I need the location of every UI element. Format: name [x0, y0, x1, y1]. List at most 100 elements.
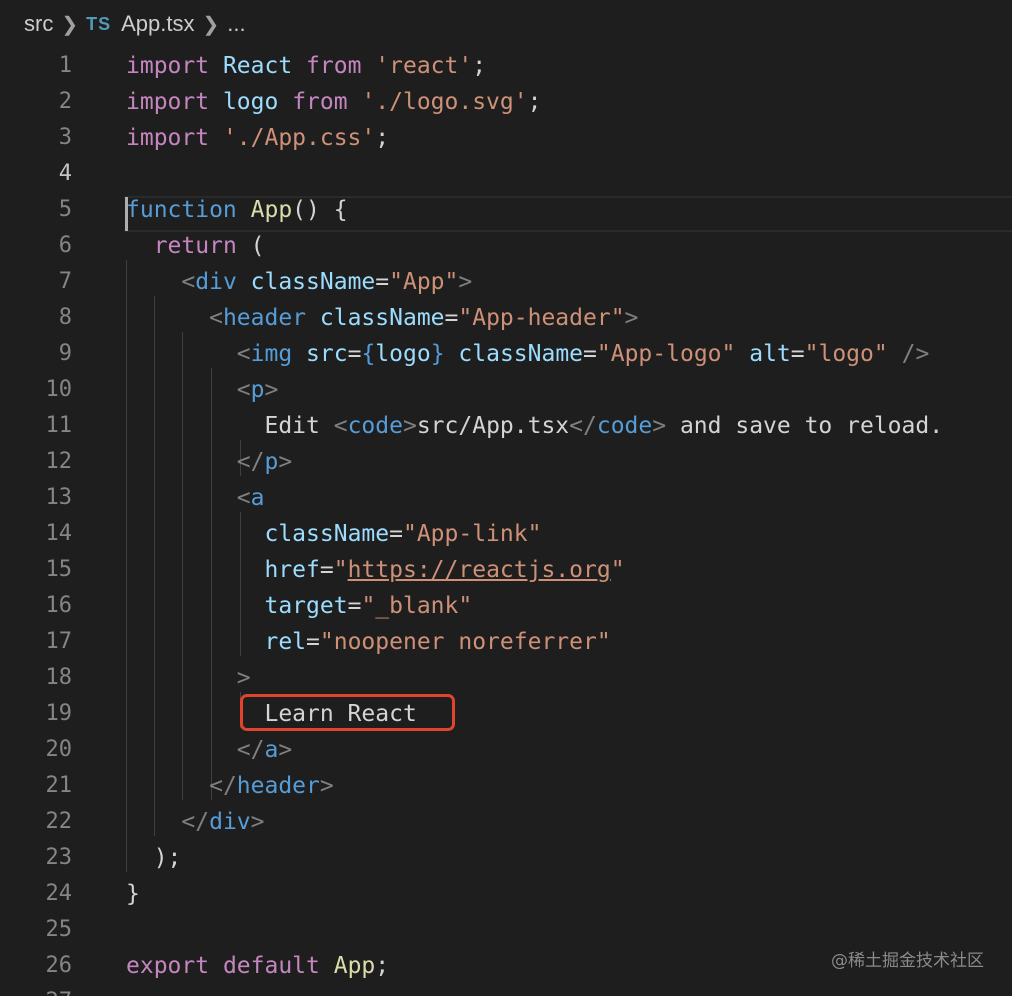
code-editor[interactable]: 1 import React from 'react'; 2 import logo …	[0, 44, 1012, 996]
code-token: >	[458, 269, 473, 295]
code-token: {	[361, 341, 376, 367]
code-line[interactable]: rel="noopener noreferrer"	[126, 624, 610, 660]
code-line[interactable]: </header>	[126, 768, 334, 804]
code-token: p	[264, 449, 279, 475]
code-token: =	[790, 341, 805, 367]
breadcrumb-folder[interactable]: src	[24, 11, 53, 37]
code-token: Edit	[126, 413, 334, 439]
code-token: className	[264, 521, 390, 547]
code-token: "App-link"	[402, 521, 542, 547]
code-token: App	[333, 953, 376, 979]
code-token: rel	[264, 629, 307, 655]
code-line[interactable]: <img src={logo} className="App-logo" alt…	[126, 336, 930, 372]
code-token: <	[181, 269, 196, 295]
code-line[interactable]: </a>	[126, 732, 292, 768]
code-line[interactable]: }	[126, 876, 140, 912]
code-token: () {	[292, 197, 348, 223]
line-number: 8	[58, 305, 72, 330]
code-token: =	[347, 341, 362, 367]
code-token: logo	[222, 89, 293, 115]
code-token: from	[306, 53, 376, 79]
chevron-right-icon: ❯	[61, 13, 79, 36]
code-token: >	[319, 773, 334, 799]
code-token: />	[901, 341, 930, 367]
code-token: logo	[375, 341, 431, 367]
code-token: <	[236, 377, 251, 403]
code-token: ;	[375, 953, 390, 979]
code-line[interactable]: import React from 'react';	[126, 48, 486, 84]
code-line[interactable]: );	[126, 840, 182, 876]
code-token: "	[333, 557, 348, 583]
code-line[interactable]: <a	[126, 480, 265, 516]
code-line[interactable]: className="App-link"	[126, 516, 541, 552]
code-line[interactable]: return (	[126, 228, 265, 264]
line-number: 21	[45, 773, 73, 798]
code-token: header	[236, 773, 320, 799]
typescript-file-icon: TS	[86, 13, 112, 34]
line-number: 16	[45, 593, 73, 618]
code-token: img	[250, 341, 307, 367]
code-line[interactable]: import logo from './logo.svg';	[126, 84, 541, 120]
code-token: "App"	[389, 269, 459, 295]
code-token: className	[250, 269, 376, 295]
code-token: <	[236, 341, 251, 367]
code-token: import	[126, 125, 223, 151]
code-token: 'react'	[375, 53, 473, 79]
code-line[interactable]: export default App;	[126, 948, 389, 984]
line-number: 4	[58, 161, 72, 186]
code-token: (	[250, 233, 265, 259]
watermark: @稀土掘金技术社区	[831, 951, 984, 971]
line-number: 1	[58, 53, 72, 78]
code-line[interactable]: target="_blank"	[126, 588, 472, 624]
line-number: 17	[45, 629, 73, 654]
code-token: p	[250, 377, 265, 403]
line-number: 19	[45, 701, 73, 726]
code-token: import	[126, 53, 223, 79]
code-token: >	[652, 413, 667, 439]
code-token: >	[402, 413, 417, 439]
code-token: className	[458, 341, 584, 367]
line-number: 27	[0, 984, 73, 996]
code-token: ;	[375, 125, 390, 151]
code-token: ;	[527, 89, 542, 115]
code-token: "App-header"	[458, 305, 625, 331]
code-token: "_blank"	[361, 593, 473, 619]
code-line[interactable]: import './App.css';	[126, 120, 389, 156]
code-token: default	[222, 953, 334, 979]
code-line[interactable]: </p>	[126, 444, 292, 480]
code-token: </	[569, 413, 597, 439]
code-line[interactable]: href="https://reactjs.org"	[126, 552, 625, 588]
code-line[interactable]: <p>	[126, 372, 279, 408]
code-token: App	[250, 197, 293, 223]
breadcrumb-symbol[interactable]: ...	[227, 11, 245, 37]
line-number: 20	[45, 737, 73, 762]
code-line[interactable]: function App() {	[126, 192, 348, 228]
code-token: );	[126, 845, 182, 871]
line-number: 13	[45, 485, 73, 510]
code-token: return	[153, 233, 251, 259]
code-token: <	[333, 413, 348, 439]
code-line[interactable]: >	[126, 660, 251, 696]
code-line[interactable]: <div className="App">	[126, 264, 472, 300]
code-token: =	[375, 269, 390, 295]
code-line[interactable]: Edit <code>src/App.tsx</code> and save t…	[126, 408, 943, 444]
code-line[interactable]: </div>	[126, 804, 264, 840]
code-token: </	[209, 773, 237, 799]
line-number: 6	[58, 233, 72, 258]
code-token: "	[610, 557, 625, 583]
code-token: export	[126, 953, 223, 979]
code-token: >	[278, 449, 293, 475]
code-line[interactable]: <header className="App-header">	[126, 300, 638, 336]
breadcrumb-file[interactable]: App.tsx	[121, 11, 194, 37]
code-token: href	[264, 557, 320, 583]
code-token: =	[306, 629, 320, 655]
line-number: 26	[45, 953, 73, 978]
code-token: =	[444, 305, 459, 331]
